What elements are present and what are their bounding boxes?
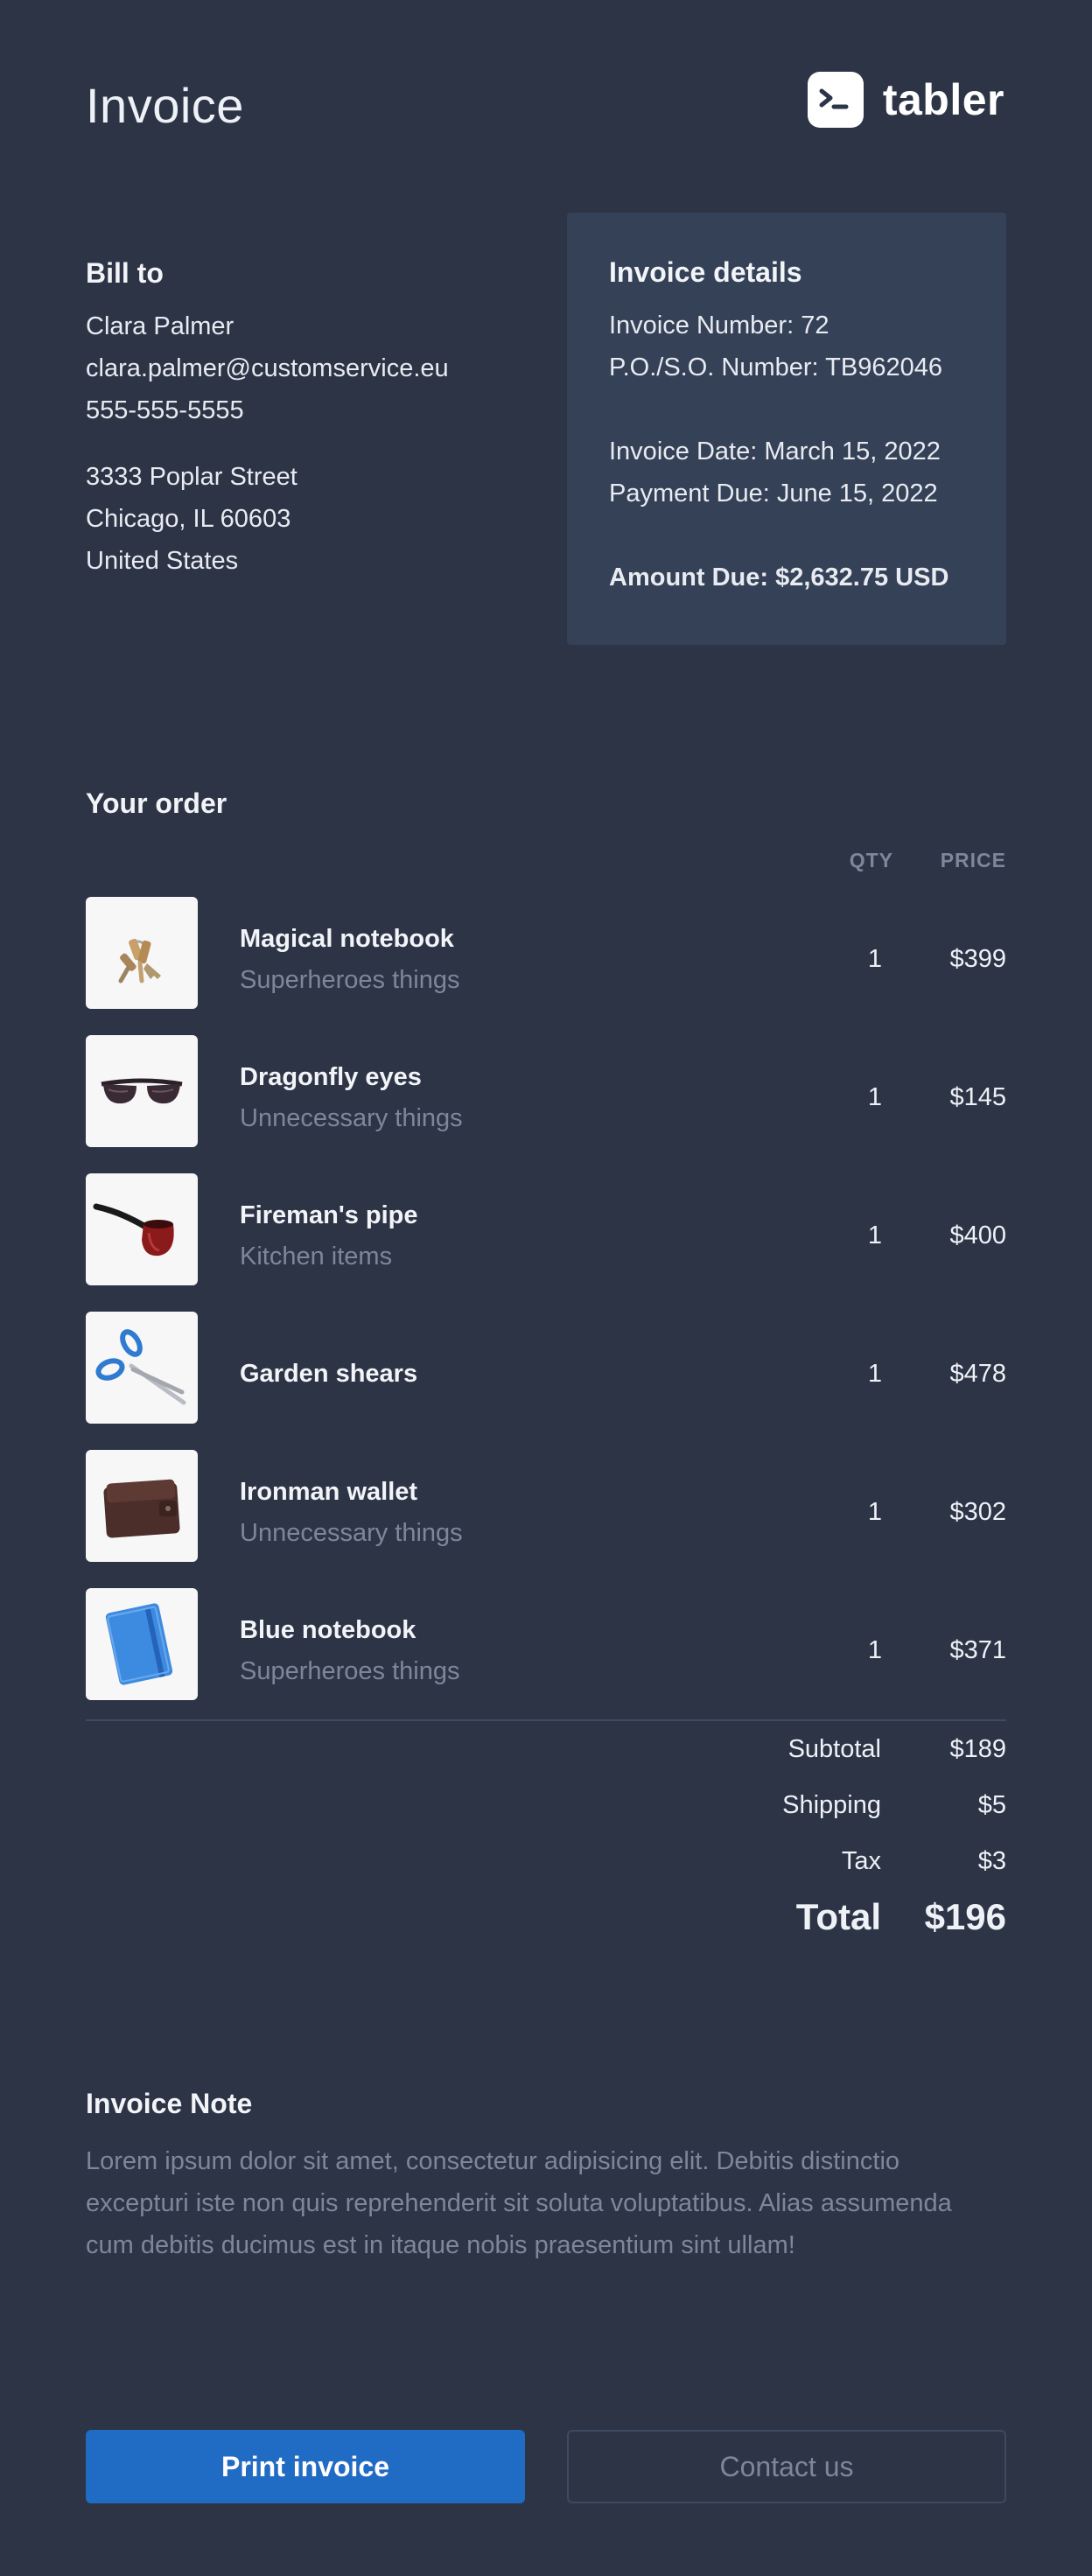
order-item: Magical notebook Superheroes things 1 $3… xyxy=(86,897,1006,1009)
invoice-note-heading: Invoice Note xyxy=(86,2088,253,2119)
pipe-image xyxy=(86,1173,198,1285)
customer-phone: 555-555-5555 xyxy=(86,396,244,424)
item-qty: 1 xyxy=(867,1636,882,1664)
total-value: $196 xyxy=(924,1896,1006,1937)
invoice-note-text: Lorem ipsum dolor sit amet, consectetur … xyxy=(86,2147,952,2259)
item-price: $371 xyxy=(949,1636,1006,1664)
brand-logo[interactable]: tabler xyxy=(807,72,1004,128)
totals-divider xyxy=(86,1719,1006,1721)
item-category: Kitchen items xyxy=(240,1242,393,1270)
keys-image xyxy=(86,897,198,1009)
item-price: $145 xyxy=(949,1083,1006,1111)
contact-us-button[interactable]: Contact us xyxy=(567,2430,1006,2503)
item-qty: 1 xyxy=(867,945,882,973)
item-qty: 1 xyxy=(867,1222,882,1250)
tax-label: Tax xyxy=(841,1847,881,1875)
subtotal-label: Subtotal xyxy=(788,1735,881,1763)
item-category: Unnecessary things xyxy=(240,1104,463,1132)
order-item: Dragonfly eyes Unnecessary things 1 $145 xyxy=(86,1035,1006,1147)
item-price: $478 xyxy=(949,1360,1006,1388)
page-title: Invoice xyxy=(86,78,244,133)
brand-name: tabler xyxy=(882,75,1004,124)
order-heading: Your order xyxy=(86,788,228,819)
po-number: P.O./S.O. Number: TB962046 xyxy=(609,354,942,382)
payment-due: Payment Due: June 15, 2022 xyxy=(609,480,938,508)
invoice-page: Invoice tabler Bill to Clara Palmer clar… xyxy=(0,0,1092,2576)
item-name: Blue notebook xyxy=(240,1616,416,1644)
address-city: Chicago, IL 60603 xyxy=(86,505,291,533)
item-name: Dragonfly eyes xyxy=(240,1063,422,1091)
item-category: Superheroes things xyxy=(240,1657,460,1685)
notebook-image xyxy=(86,1588,198,1700)
invoice-details-panel: Invoice details Invoice Number: 72 P.O./… xyxy=(567,213,1006,645)
invoice-details-heading: Invoice details xyxy=(609,256,802,288)
customer-name: Clara Palmer xyxy=(86,312,234,340)
address-country: United States xyxy=(86,547,239,575)
item-name: Ironman wallet xyxy=(240,1478,418,1506)
amount-due: Amount Due: $2,632.75 USD xyxy=(609,564,949,592)
invoice-number: Invoice Number: 72 xyxy=(609,312,830,340)
price-column-header: PRICE xyxy=(940,849,1006,872)
qty-column-header: QTY xyxy=(849,849,893,872)
subtotal-value: $189 xyxy=(949,1735,1006,1763)
item-name: Fireman's pipe xyxy=(240,1201,418,1229)
scissors-image xyxy=(86,1312,198,1424)
order-item: Blue notebook Superheroes things 1 $371 xyxy=(86,1588,1006,1700)
customer-email: clara.palmer@customservice.eu xyxy=(86,354,449,382)
item-price: $302 xyxy=(949,1498,1006,1526)
item-qty: 1 xyxy=(867,1083,882,1111)
tax-value: $3 xyxy=(977,1847,1006,1875)
sunglasses-image xyxy=(86,1035,198,1147)
item-price: $400 xyxy=(949,1222,1006,1250)
item-name: Garden shears xyxy=(240,1360,418,1388)
bill-to-section: Bill to Clara Palmer clara.palmer@custom… xyxy=(86,257,449,582)
item-category: Unnecessary things xyxy=(240,1519,463,1547)
wallet-image xyxy=(86,1450,198,1562)
item-qty: 1 xyxy=(867,1498,882,1526)
order-item: Fireman's pipe Kitchen items 1 $400 xyxy=(86,1173,1006,1285)
order-item: Garden shears 1 $478 xyxy=(86,1312,1006,1424)
shipping-label: Shipping xyxy=(782,1791,881,1819)
invoice-date: Invoice Date: March 15, 2022 xyxy=(609,438,941,466)
address-street: 3333 Poplar Street xyxy=(86,463,298,491)
item-category: Superheroes things xyxy=(240,966,460,994)
terminal-icon xyxy=(807,72,864,128)
item-price: $399 xyxy=(949,945,1006,973)
print-invoice-button[interactable]: Print invoice xyxy=(86,2430,525,2503)
item-name: Magical notebook xyxy=(240,925,454,953)
item-qty: 1 xyxy=(867,1360,882,1388)
bill-to-heading: Bill to xyxy=(86,257,164,289)
shipping-value: $5 xyxy=(977,1791,1006,1819)
total-label: Total xyxy=(795,1896,881,1937)
order-item: Ironman wallet Unnecessary things 1 $302 xyxy=(86,1450,1006,1562)
